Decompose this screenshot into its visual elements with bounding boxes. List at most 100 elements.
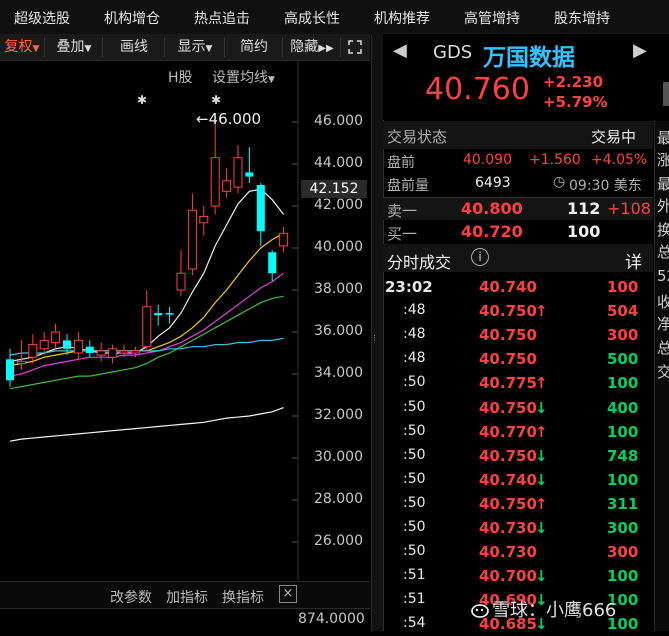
- tick-row: 23:02 40.740 100: [383, 275, 653, 299]
- watermark-text: 雪球：小鹰666: [492, 600, 617, 621]
- bid-row: 买一 40.720 100: [383, 221, 653, 243]
- fuquan-label: 复权: [4, 39, 33, 55]
- double-right-icon: ▶▶: [318, 43, 334, 54]
- candle-body: [268, 252, 277, 274]
- tick-qty: 300: [607, 326, 639, 345]
- tick-qty: 400: [607, 398, 639, 417]
- ticks-header: 分时成交 i 详: [383, 244, 653, 273]
- overlay-chevron-icon: ▼: [84, 44, 92, 54]
- tick-price: 40.740: [479, 278, 537, 296]
- candle-body: [108, 348, 118, 358]
- tick-row: :50 40.750 ↓ 400: [383, 396, 653, 420]
- candle-body: [256, 185, 265, 232]
- next-stock-icon[interactable]: ▶: [633, 40, 647, 61]
- fuquan-button[interactable]: 复权▼: [0, 37, 45, 57]
- candle-body: [130, 350, 140, 354]
- edge-label: 涨: [657, 149, 669, 170]
- candle-body: [142, 306, 152, 348]
- menu-item-super-select[interactable]: 超级选股: [14, 8, 70, 28]
- tick-time: :50: [403, 422, 426, 439]
- edge-label: 总: [657, 241, 669, 262]
- ask-price: 40.800: [461, 199, 523, 218]
- tick-price: 40.750: [479, 494, 537, 513]
- candle-body: [73, 339, 83, 354]
- ask-qty: 112: [567, 199, 601, 218]
- clock-icon: ◷: [553, 174, 566, 190]
- switch-indicator-button[interactable]: 换指标: [222, 587, 264, 607]
- price-change: +2.230: [543, 73, 604, 91]
- edge-label: 最: [657, 173, 669, 194]
- trade-status-row: 交易状态 交易中: [383, 121, 653, 149]
- arrow-down-icon: ↓: [535, 567, 548, 586]
- add-indicator-button[interactable]: 加指标: [166, 587, 208, 607]
- tick-price: 40.750: [479, 398, 537, 417]
- high-annotation-value: 46.000: [208, 110, 262, 128]
- menu-item-shareholder-increase[interactable]: 股东增持: [554, 8, 610, 28]
- candle-body: [154, 313, 163, 316]
- tick-row: :50 40.770 ↑ 100: [383, 420, 653, 444]
- premarket-block: 盘前 40.090 +1.560 +4.05% 盘前量 6493 ◷ 09:30…: [383, 150, 653, 196]
- expand-icon[interactable]: [342, 37, 368, 57]
- y-tick-label: 34.000: [314, 365, 363, 381]
- candle-body: [233, 157, 243, 188]
- event-marker-icon[interactable]: ✱: [137, 93, 147, 107]
- candle-body: [28, 344, 38, 358]
- draw-line-button[interactable]: 画线: [104, 37, 165, 57]
- display-chevron-icon: ▼: [205, 44, 213, 54]
- candle-body: [165, 313, 174, 315]
- tick-row: :50 40.750 ↑ 311: [383, 492, 653, 516]
- tick-qty: 100: [607, 567, 639, 586]
- display-button[interactable]: 显示▼: [166, 37, 225, 57]
- edge-label: 总: [657, 337, 669, 358]
- y-tick-label: 44.000: [314, 155, 363, 171]
- candle-body: [63, 340, 71, 349]
- change-param-button[interactable]: 改参数: [110, 587, 152, 607]
- tick-row: :50 40.740 ↓ 100: [383, 468, 653, 492]
- y-tick-label: 46.000: [314, 113, 363, 129]
- menu-item-exec-increase[interactable]: 高管增持: [464, 8, 520, 28]
- premarket-vol: 6493: [475, 175, 511, 191]
- tick-price: 40.700: [479, 567, 537, 586]
- candle-body: [119, 350, 129, 354]
- premarket-vol-label: 盘前量: [387, 178, 429, 194]
- simple-button[interactable]: 简约: [226, 37, 283, 57]
- tick-qty: 100: [607, 470, 639, 489]
- side-button-edge[interactable]: [663, 82, 669, 106]
- menu-item-hot-chase[interactable]: 热点追击: [194, 8, 250, 28]
- stock-code: GDS: [433, 42, 473, 63]
- y-tick-label: 40.000: [314, 239, 363, 255]
- premarket-time: 09:30 美东: [569, 178, 642, 194]
- premarket-change: +1.560: [529, 152, 581, 168]
- tick-row: :50 40.775 ↑ 100: [383, 371, 653, 395]
- tick-qty: 100: [607, 374, 639, 393]
- menu-item-institution-recommend[interactable]: 机构推荐: [374, 8, 430, 28]
- chart-toolbar: 复权▼ 叠加▼ 画线 显示▼ 简约 隐藏▶▶: [0, 34, 370, 61]
- tick-row: :50 40.730 300: [383, 540, 653, 564]
- tick-qty: 100: [607, 422, 639, 441]
- tick-qty: 311: [607, 494, 639, 513]
- menu-item-institution-increase[interactable]: 机构增仓: [104, 8, 160, 28]
- arrow-up-icon: ↑: [535, 374, 548, 393]
- tick-row: :48 40.750 ↑ 504: [383, 299, 653, 323]
- close-icon[interactable]: ×: [279, 585, 297, 603]
- info-icon[interactable]: i: [471, 248, 489, 266]
- kline-chart[interactable]: H股 设置均线▼ ✱ ✱ ←46.000 42.152 46.000 44.000 4…: [0, 60, 370, 580]
- event-marker-icon[interactable]: ✱: [211, 93, 221, 107]
- ticks-detail-button[interactable]: 详: [625, 248, 642, 273]
- display-label: 显示: [177, 39, 206, 55]
- tick-price: 40.750: [479, 350, 537, 369]
- overlay-button[interactable]: 叠加▼: [46, 37, 103, 57]
- hide-button[interactable]: 隐藏▶▶: [284, 37, 341, 57]
- prev-stock-icon[interactable]: ◀: [393, 40, 407, 61]
- ask-delta: +108: [607, 199, 651, 218]
- current-price-tag: 42.152: [301, 180, 367, 198]
- ask-row: 卖一 40.800 112 +108: [383, 198, 653, 220]
- bid-label: 买一: [387, 225, 418, 243]
- tick-price: 40.770: [479, 422, 537, 441]
- tick-time: :48: [403, 302, 426, 319]
- menu-item-high-growth[interactable]: 高成长性: [284, 8, 340, 28]
- candle-body: [279, 232, 289, 247]
- candle-body: [245, 172, 254, 177]
- tick-row: :50 40.750 ↓ 748: [383, 444, 653, 468]
- tick-price: 40.750: [479, 302, 537, 321]
